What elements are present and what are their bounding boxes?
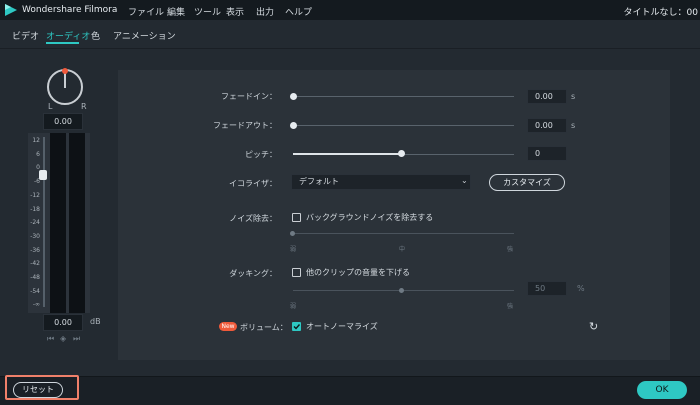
auto-normalize-label: オートノーマライズ [306,322,378,331]
pan-knob-indicator [62,68,68,74]
tab-bar [0,20,700,49]
meter-tick-label: -54 [30,287,40,295]
reset-icon[interactable]: ↻ [589,320,598,333]
document-title: タイトルなし：00 [623,8,698,18]
pitch-label: ピッチ： [245,150,277,159]
volume-label: ボリューム： [240,323,288,332]
tab-animation[interactable]: アニメーション [113,29,176,42]
pitch-input[interactable]: 0 [527,146,567,161]
ducking-checkbox[interactable] [292,268,301,277]
volume-value[interactable]: 0.00 [43,314,83,331]
meter-tick-label: 12 [32,137,40,144]
ducking-input[interactable]: 50 [527,281,567,296]
menu-tools[interactable]: ツール [194,5,221,18]
ducking-scale-low: 弱 [290,303,297,310]
pan-left-label: L [48,102,53,111]
meter-tick-label: -12 [30,191,40,199]
meter-tick-label: -18 [30,205,40,213]
tab-color[interactable]: 色 [91,29,100,42]
menu-file[interactable]: ファイル [128,5,164,18]
menu-help[interactable]: ヘルプ [285,5,312,18]
meter-tick-label: -24 [30,219,40,227]
fade-out-slider-handle[interactable] [290,122,297,129]
pitch-slider-fill [293,153,402,155]
denoise-checkbox[interactable] [292,213,301,222]
app-title: Wondershare Filmora [22,5,118,15]
meter-tick-label: -48 [30,274,40,281]
tab-video[interactable]: ビデオ [12,29,39,42]
denoise-checkbox-label: バックグラウンドノイズを除去する [306,213,434,222]
volume-slider-handle[interactable] [39,170,47,180]
checkmark-icon [293,324,301,330]
volume-slider-track [43,137,45,307]
meter-right-channel [69,133,85,313]
ok-button[interactable]: OK [637,381,687,399]
meter-tick-label: -∞ [32,301,40,309]
fade-in-slider-handle[interactable] [290,93,297,100]
ducking-slider-handle[interactable] [399,288,404,293]
denoise-slider[interactable] [293,233,514,234]
meter-tick-label: -36 [30,246,40,254]
ducking-scale-high: 強 [507,303,514,310]
denoise-slider-handle[interactable] [290,231,295,236]
add-keyframe-icon[interactable]: ◈ [60,334,66,343]
prev-keyframe-icon[interactable]: ⏮ [47,334,54,344]
fade-out-label: フェードアウト： [213,121,277,130]
meter-tick-label: 6 [36,150,40,158]
equalizer-select[interactable]: デフォルト [291,174,471,190]
bottom-bar [0,376,700,405]
tab-audio[interactable]: オーディオ [46,29,90,42]
fade-out-unit: s [571,121,576,130]
fade-in-slider[interactable] [293,96,514,97]
fade-out-input[interactable]: 0.00 [527,118,567,133]
denoise-scale-high: 強 [507,246,514,253]
denoise-scale-low: 弱 [290,246,297,253]
denoise-scale-mid: 中 [399,246,406,253]
filmora-logo-icon [5,4,17,16]
menu-view[interactable]: 表示 [226,5,244,18]
fade-in-unit: s [571,92,576,101]
ducking-unit: % [577,284,585,293]
menu-edit[interactable]: 編集 [167,5,185,18]
ducking-label: ダッキング： [229,269,277,278]
pitch-slider-handle[interactable] [398,150,405,157]
fade-in-input[interactable]: 0.00 [527,89,567,104]
customize-button[interactable]: カスタマイズ [489,174,565,191]
reset-button[interactable]: リセット [13,382,63,398]
pan-right-label: R [81,102,87,111]
meter-tick-label: -6 [34,178,40,186]
auto-normalize-checkbox[interactable] [292,322,301,331]
new-badge: New [219,322,237,331]
meter-tick-label: -30 [30,232,40,240]
meter-left-channel [50,133,66,313]
denoise-label: ノイズ除去： [229,214,277,223]
volume-unit: dB [90,317,101,326]
menu-export[interactable]: 出力 [256,5,274,18]
equalizer-label: イコライザ： [229,179,277,188]
pan-value[interactable]: 0.00 [43,113,83,130]
next-keyframe-icon[interactable]: ⏭ [73,334,80,344]
meter-tick-label: 0 [36,164,40,172]
pan-knob-needle [64,72,66,88]
chevron-down-icon: ⌄ [461,176,468,185]
ducking-checkbox-label: 他のクリップの音量を下げる [306,268,410,277]
active-tab-indicator [46,42,79,44]
meter-tick-label: -42 [30,260,40,268]
fade-in-label: フェードイン： [221,92,277,101]
fade-out-slider[interactable] [293,125,514,126]
